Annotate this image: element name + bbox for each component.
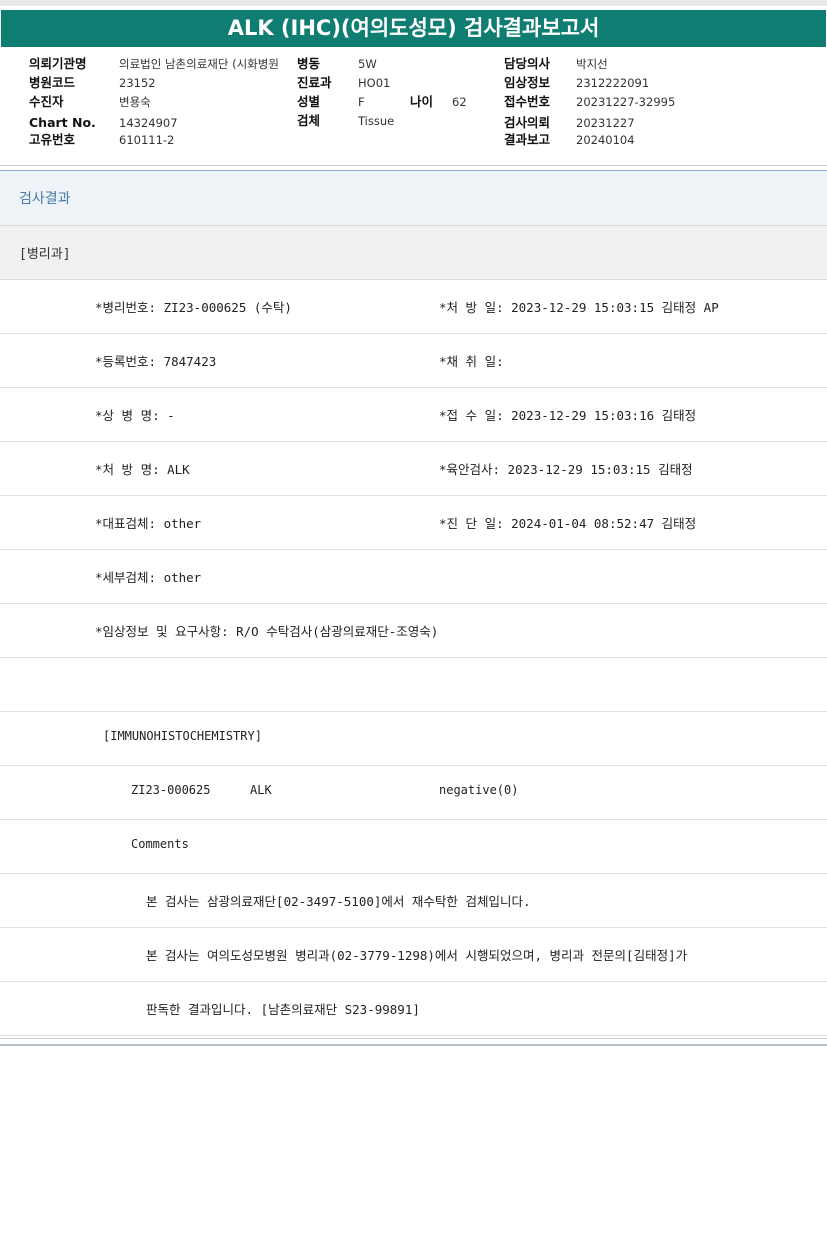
hospital-code-label: 병원코드	[29, 75, 76, 90]
collect-date: *채 취 일:	[439, 354, 504, 369]
doctor-label: 담당의사	[504, 56, 551, 71]
table-row: *등록번호: 7847423 *채 취 일:	[0, 334, 827, 388]
clinical-value: 2312222091	[576, 76, 650, 90]
comment-line-1: 본 검사는 삼광의료재단[02-3497-5100]에서 재수탁한 검체입니다.	[146, 894, 531, 909]
header-divider	[0, 165, 827, 166]
ihc-result: negative(0)	[439, 783, 519, 797]
table-row: *임상정보 및 요구사항: R/O 수탁검사(삼광의료재단-조영숙)	[0, 604, 827, 658]
dept-row: [병리과]	[0, 226, 827, 280]
table-row: 판독한 결과입니다. [남촌의료재단 S23-99891]	[0, 982, 827, 1036]
report-date-value: 20240104	[576, 133, 635, 147]
disease-name: *상 병 명: -	[95, 408, 175, 423]
sex-value: F	[358, 95, 365, 109]
table-row: ZI23-000625 ALK negative(0)	[0, 766, 827, 820]
request-label: 검사의뢰	[504, 115, 551, 130]
footer-divider-accent	[0, 1044, 827, 1046]
patient-label: 수진자	[29, 94, 64, 109]
registration-no: *등록번호: 7847423	[95, 354, 217, 369]
table-row: *상 병 명: - *접 수 일: 2023-12-29 15:03:16 김태…	[0, 388, 827, 442]
section-title: 검사결과	[19, 191, 71, 207]
path-no: *병리번호: ZI23-000625 (수탁)	[95, 300, 292, 315]
institution-value: 의료법인 남촌의료재단 (시화병원	[119, 57, 279, 71]
ward-label: 병동	[297, 56, 321, 71]
doctor-value: 박지선	[576, 57, 608, 71]
gross-exam: *육안검사: 2023-12-29 15:03:15 김태정	[439, 462, 693, 477]
report-title: ALK (IHC)(여의도성모) 검사결과보고서	[1, 10, 826, 47]
institution-label: 의뢰기관명	[29, 56, 87, 71]
comments-label: Comments	[131, 837, 189, 851]
table-row	[0, 658, 827, 712]
clinical-label: 임상정보	[504, 75, 551, 90]
hospital-code-value: 23152	[119, 76, 156, 90]
diagnosis-date: *진 단 일: 2024-01-04 08:52:47 김태정	[439, 516, 697, 531]
comment-line-2: 본 검사는 여의도성모병원 병리과(02-3779-1298)에서 시행되었으며…	[146, 948, 688, 963]
table-row: 본 검사는 삼광의료재단[02-3497-5100]에서 재수탁한 검체입니다.	[0, 874, 827, 928]
age-label: 나이	[410, 94, 434, 109]
representative-specimen: *대표검체: other	[95, 516, 202, 531]
detail-specimen: *세부검체: other	[95, 570, 202, 585]
table-row: *대표검체: other *진 단 일: 2024-01-04 08:52:47…	[0, 496, 827, 550]
specimen-value: Tissue	[358, 114, 395, 128]
sex-label: 성별	[297, 94, 321, 109]
clinical-request: *임상정보 및 요구사항: R/O 수탁검사(삼광의료재단-조영숙)	[95, 624, 439, 639]
ihc-case-no: ZI23-000625	[131, 783, 211, 797]
receipt-value: 20231227-32995	[576, 95, 676, 109]
table-row: *병리번호: ZI23-000625 (수탁) *처 방 일: 2023-12-…	[0, 280, 827, 334]
table-row: [IMMUNOHISTOCHEMISTRY]	[0, 712, 827, 766]
comment-line-3: 판독한 결과입니다. [남촌의료재단 S23-99891]	[146, 1002, 420, 1017]
receive-date: *접 수 일: 2023-12-29 15:03:16 김태정	[439, 408, 697, 423]
unique-no-value: 610111-2	[119, 133, 175, 147]
table-row: Comments	[0, 820, 827, 874]
dept-value: HO01	[358, 76, 391, 90]
section-header: 검사결과	[0, 171, 827, 226]
age-value: 62	[452, 95, 467, 109]
request-value: 20231227	[576, 116, 635, 130]
ward-value: 5W	[358, 57, 377, 71]
footer-divider	[0, 1038, 827, 1039]
ihc-marker: ALK	[250, 783, 272, 797]
table-row: *처 방 명: ALK *육안검사: 2023-12-29 15:03:15 김…	[0, 442, 827, 496]
receipt-label: 접수번호	[504, 94, 551, 109]
specimen-label: 검체	[297, 113, 321, 128]
ihc-heading: [IMMUNOHISTOCHEMISTRY]	[103, 729, 262, 743]
unique-no-label: 고유번호	[29, 132, 76, 147]
order-date: *처 방 일: 2023-12-29 15:03:15 김태정 AP	[439, 300, 719, 315]
dept-tag: [병리과]	[19, 247, 71, 262]
report-date-label: 결과보고	[504, 132, 551, 147]
chart-no-value: 14324907	[119, 116, 178, 130]
table-row: 본 검사는 여의도성모병원 병리과(02-3779-1298)에서 시행되었으며…	[0, 928, 827, 982]
chart-no-label: Chart No.	[29, 115, 96, 130]
table-row: *세부검체: other	[0, 550, 827, 604]
dept-label: 진료과	[297, 75, 332, 90]
order-name: *처 방 명: ALK	[95, 462, 190, 477]
top-border	[0, 0, 827, 6]
patient-value: 변용숙	[119, 95, 151, 109]
